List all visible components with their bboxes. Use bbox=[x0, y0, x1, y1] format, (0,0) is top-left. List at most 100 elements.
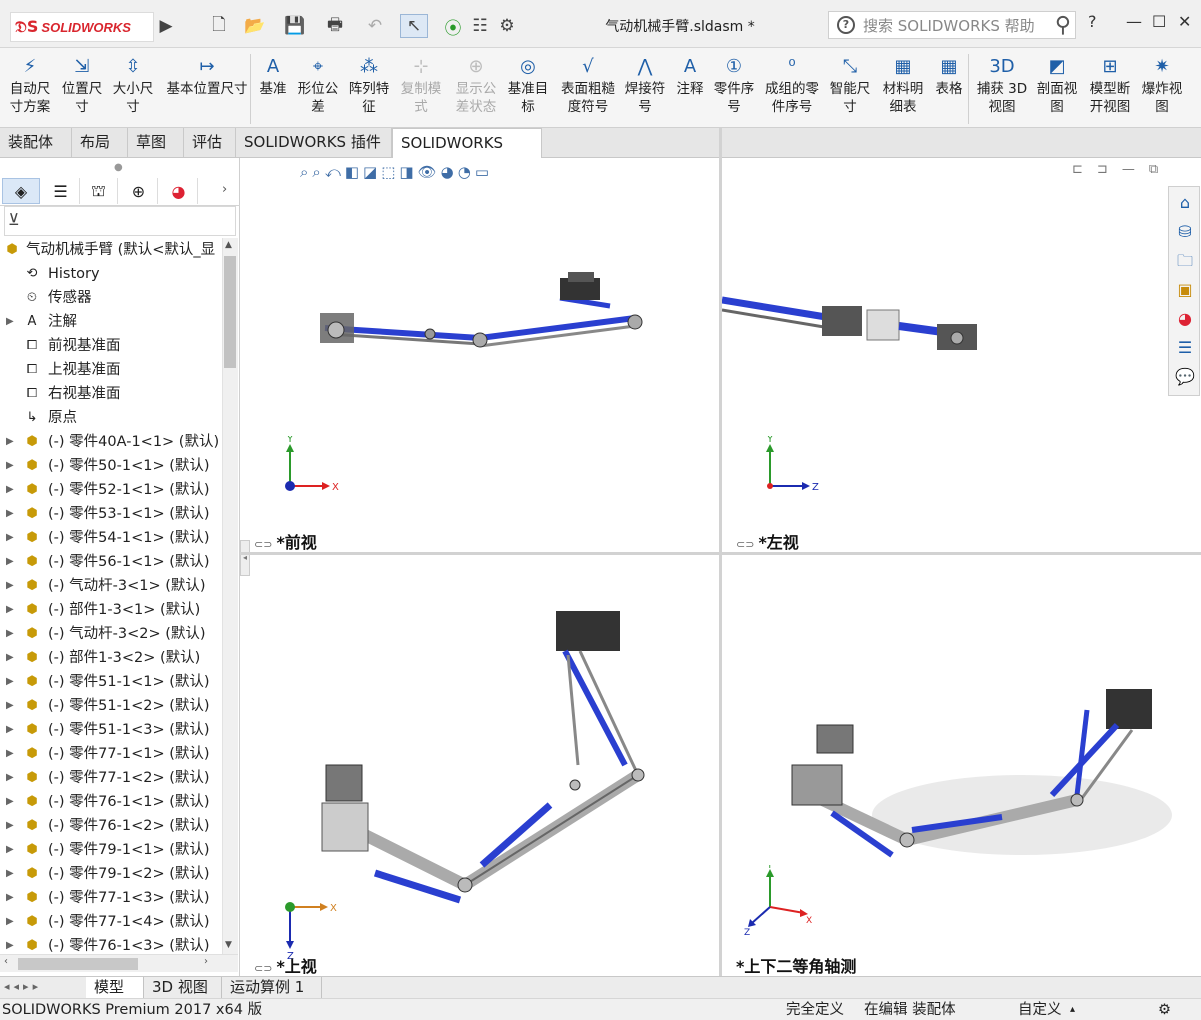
zoom-to-area-icon[interactable]: ⌕ bbox=[312, 163, 320, 181]
menu-expand-icon[interactable]: ▶ bbox=[158, 14, 174, 38]
tree-item[interactable]: ▶ ⬢ (-) 部件1-3<1> (默认) bbox=[0, 598, 222, 622]
traffic-light-icon[interactable]: ⦿ bbox=[444, 14, 462, 39]
expand-arrow-icon[interactable]: ▶ bbox=[6, 526, 14, 550]
maximize-icon[interactable]: ☐ bbox=[1152, 12, 1166, 31]
tab-0[interactable]: 装配体 bbox=[0, 128, 72, 157]
expand-arrow-icon[interactable]: ▶ bbox=[6, 646, 14, 670]
tree-item[interactable]: ▶ ⬢ (-) 零件51-1<1> (默认) bbox=[0, 670, 222, 694]
viewport-isometric[interactable]: Y X Z *上下二等角轴测 bbox=[722, 555, 1201, 976]
toolbar-surface-finish-button[interactable]: √ 表面粗糙度符号 bbox=[560, 54, 616, 116]
toolbar-bom-button[interactable]: ▦ 材料明细表 bbox=[880, 54, 926, 116]
tree-item[interactable]: ▶ A 注解 bbox=[0, 310, 222, 334]
apply-scene-icon[interactable]: ◔ bbox=[458, 163, 471, 181]
toolbar-weld-symbol-button[interactable]: ⋀ 焊接符号 bbox=[622, 54, 668, 116]
toolbar-basic-location-dimension-button[interactable]: ↦ 基本位置尺寸 bbox=[162, 54, 252, 98]
configuration-manager-tab-icon[interactable]: ⛫ bbox=[80, 178, 118, 204]
expand-arrow-icon[interactable]: ▶ bbox=[6, 310, 14, 334]
tree-item[interactable]: ▶ ⬢ (-) 零件76-1<1> (默认) bbox=[0, 790, 222, 814]
view-orientation-icon[interactable]: ⬚ bbox=[381, 163, 395, 181]
section-view-hud-icon[interactable]: ◧ bbox=[345, 163, 359, 181]
toolbar-datum-target-button[interactable]: ◎ 基准目标 bbox=[502, 54, 554, 116]
tree-item[interactable]: ▶ ⬢ (-) 零件51-1<2> (默认) bbox=[0, 694, 222, 718]
tree-item[interactable]: ⧠ 前视基准面 bbox=[0, 334, 222, 358]
expand-arrow-icon[interactable]: ▶ bbox=[6, 766, 14, 790]
dimxpert-tab-icon[interactable]: ⊕ bbox=[120, 178, 158, 204]
tree-root-assembly[interactable]: ⬢ 气动机械手臂 (默认<默认_显 bbox=[0, 238, 222, 262]
scroll-left-icon[interactable]: ‹ bbox=[4, 956, 8, 967]
toolbar-note-button[interactable]: A 注释 bbox=[672, 54, 708, 98]
expand-arrow-icon[interactable]: ▶ bbox=[6, 718, 14, 742]
expand-arrow-icon[interactable]: ▶ bbox=[6, 574, 14, 598]
open-document-icon[interactable]: 📂 bbox=[242, 14, 268, 38]
tree-item[interactable]: ↳ 原点 bbox=[0, 406, 222, 430]
toolbar-datum-button[interactable]: A 基准 bbox=[256, 54, 290, 98]
expand-arrow-icon[interactable]: ▶ bbox=[6, 694, 14, 718]
toolbar-capture-3d-view-button[interactable]: 3D 捕获 3D 视图 bbox=[974, 54, 1030, 116]
tree-item[interactable]: ▶ ⬢ (-) 零件79-1<1> (默认) bbox=[0, 838, 222, 862]
toolbar-section-view-button[interactable]: ◩ 剖面视图 bbox=[1034, 54, 1080, 116]
toolbar-copy-scheme-button[interactable]: ⊹ 复制模式 bbox=[396, 54, 446, 116]
tab-3[interactable]: 评估 bbox=[184, 128, 236, 157]
tree-item[interactable]: ⏲ 传感器 bbox=[0, 286, 222, 310]
tree-item[interactable]: ⧠ 右视基准面 bbox=[0, 382, 222, 406]
expand-arrow-icon[interactable]: ▶ bbox=[6, 838, 14, 862]
toolbar-model-break-view-button[interactable]: ⊞ 模型断开视图 bbox=[1086, 54, 1134, 116]
tree-scroll-thumb[interactable] bbox=[224, 256, 236, 368]
tree-item[interactable]: ▶ ⬢ (-) 零件76-1<2> (默认) bbox=[0, 814, 222, 838]
tab-1[interactable]: 布局 bbox=[72, 128, 128, 157]
print-icon[interactable]: 🖶 bbox=[322, 14, 348, 38]
tab-nav-icon[interactable]: ◂◂▸▸ bbox=[4, 980, 42, 993]
tree-item[interactable]: ▶ ⬢ (-) 零件77-1<4> (默认) bbox=[0, 910, 222, 934]
hide-show-icon[interactable]: 👁 bbox=[418, 163, 437, 181]
scroll-right-icon[interactable]: › bbox=[204, 956, 208, 967]
viewport-horizontal-splitter[interactable] bbox=[240, 552, 1201, 555]
minimize-icon[interactable]: — bbox=[1126, 12, 1142, 31]
viewport-left[interactable]: ⊏ ⊐ — ⧉ ✕ Y Z ⊂⊃*左视 bbox=[722, 158, 1168, 552]
display-manager-tab-icon[interactable]: ◕ bbox=[160, 178, 198, 204]
toolbar-geometric-tolerance-button[interactable]: ⌖ 形位公差 bbox=[296, 54, 340, 116]
file-explorer-icon[interactable]: 🗀 bbox=[1173, 249, 1197, 273]
tree-item[interactable]: ⧠ 上视基准面 bbox=[0, 358, 222, 382]
bottom-tab-1[interactable]: 3D 视图 bbox=[144, 977, 222, 999]
help-search-input[interactable]: ? 搜索 SOLIDWORKS 帮助 ⚲ bbox=[828, 11, 1076, 39]
tree-item[interactable]: ▶ ⬢ (-) 零件77-1<2> (默认) bbox=[0, 766, 222, 790]
rebuild-status-icon[interactable]: ⚙ bbox=[1158, 999, 1171, 1020]
tree-item[interactable]: ▶ ⬢ (-) 零件79-1<2> (默认) bbox=[0, 862, 222, 886]
link-views-icon[interactable]: ⊂⊃ bbox=[736, 538, 754, 551]
expand-arrow-icon[interactable]: ▶ bbox=[6, 454, 14, 478]
expand-arrow-icon[interactable]: ▶ bbox=[6, 622, 14, 646]
tree-item[interactable]: ▶ ⬢ (-) 零件51-1<3> (默认) bbox=[0, 718, 222, 742]
units-dropdown-icon[interactable]: ▴ bbox=[1070, 999, 1075, 1020]
toolbar-size-dimension-button[interactable]: ⇳ 大小尺寸 bbox=[110, 54, 156, 116]
viewport-top[interactable]: X Z ⊂⊃ *上视 bbox=[250, 555, 719, 976]
view-settings-icon[interactable]: ▭ bbox=[475, 163, 489, 181]
link-views-icon[interactable]: ⊂⊃ bbox=[254, 538, 272, 551]
viewport-front[interactable]: ⌕ ⌕ ⤺ ◧ ◪ ⬚ ◨ 👁 ◕ ◔ ▭ Y X ⊂⊃ *前视 bbox=[250, 158, 719, 552]
expand-arrow-icon[interactable]: ▶ bbox=[6, 814, 14, 838]
scroll-up-icon[interactable]: ▲ bbox=[225, 240, 232, 250]
tree-item[interactable]: ▶ ⬢ (-) 零件40A-1<1> (默认) bbox=[0, 430, 222, 454]
tree-item[interactable]: ▶ ⬢ (-) 零件54-1<1> (默认) bbox=[0, 526, 222, 550]
expand-arrow-icon[interactable]: ▶ bbox=[6, 502, 14, 526]
custom-properties-icon[interactable]: ☰ bbox=[1173, 336, 1197, 360]
expand-arrow-icon[interactable]: ▶ bbox=[6, 886, 14, 910]
solidworks-logo[interactable]: 𝔇S SOLIDWORKS bbox=[10, 12, 154, 42]
file-properties-icon[interactable]: ☷ bbox=[470, 14, 490, 38]
toolbar-stacked-balloon-button[interactable]: ⁰ 成组的零件序号 bbox=[762, 54, 822, 116]
tree-item[interactable]: ▶ ⬢ (-) 零件76-1<3> (默认) bbox=[0, 934, 222, 954]
viewport-previous-icon[interactable]: ⊏ bbox=[1072, 162, 1083, 177]
panel-collapse-handle[interactable]: ◂ bbox=[240, 540, 250, 576]
panel-tabs-more-icon[interactable]: › bbox=[222, 182, 227, 197]
help-menu-icon[interactable]: ? bbox=[1088, 12, 1097, 31]
view-palette-icon[interactable]: ▣ bbox=[1173, 278, 1197, 302]
toolbar-auto-dimension-button[interactable]: ⚡ 自动尺寸方案 bbox=[4, 54, 56, 116]
toolbar-exploded-view-button[interactable]: ✷ 爆炸视图 bbox=[1138, 54, 1186, 116]
tree-item[interactable]: ▶ ⬢ (-) 零件56-1<1> (默认) bbox=[0, 550, 222, 574]
scroll-down-icon[interactable]: ▼ bbox=[225, 940, 232, 950]
tree-filter-icon[interactable]: ⊻ bbox=[4, 206, 236, 236]
forum-icon[interactable]: 💬 bbox=[1173, 365, 1197, 389]
appearances-icon[interactable]: ◕ bbox=[1173, 307, 1197, 331]
save-icon[interactable]: 💾 bbox=[282, 14, 308, 38]
tab-5[interactable]: SOLIDWORKS MBD bbox=[392, 128, 542, 181]
expand-arrow-icon[interactable]: ▶ bbox=[6, 598, 14, 622]
